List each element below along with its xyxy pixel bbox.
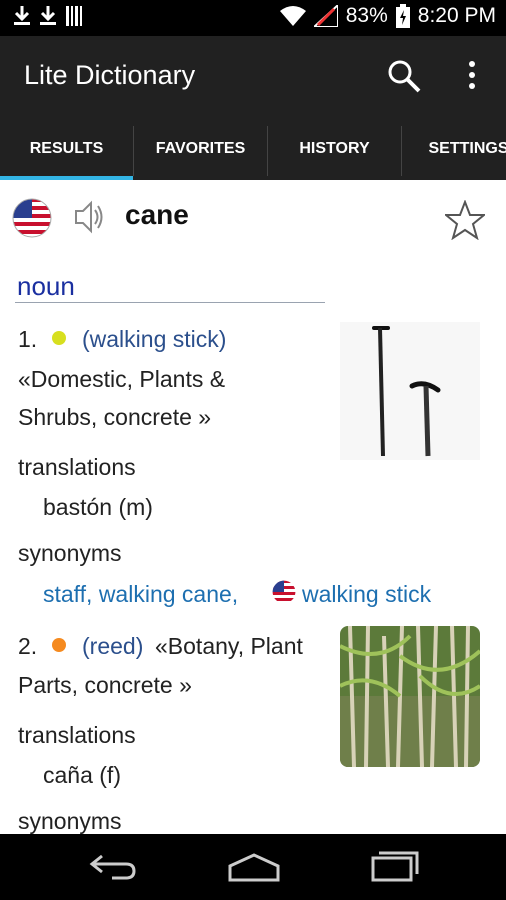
sense-dot: [52, 331, 66, 345]
results-content: cane noun 1. (walking stick) «Domestic, …: [0, 180, 506, 834]
recent-apps-icon[interactable]: [370, 850, 420, 882]
synonym-link[interactable]: walking stick: [302, 581, 431, 608]
part-of-speech: noun: [17, 271, 75, 301]
synonym-link[interactable]: staff, walking cane,: [43, 581, 238, 608]
clock: 8:20 PM: [417, 4, 496, 27]
sense-context: «Botany, Plant: [155, 633, 303, 659]
sense-context: Parts, concrete »: [18, 672, 192, 698]
app-bar: Lite Dictionary: [0, 36, 506, 122]
tab-settings[interactable]: SETTINGS: [402, 122, 506, 180]
status-bar: 83% 8:20 PM: [0, 0, 506, 36]
wifi-icon: [279, 6, 306, 26]
sense-dot: [52, 638, 66, 652]
barcode-icon: [66, 6, 82, 26]
translations-label: translations: [18, 454, 136, 480]
favorite-star-icon[interactable]: [445, 200, 485, 240]
synonyms-label: synonyms: [18, 540, 122, 566]
sense-definition[interactable]: (reed): [82, 633, 143, 660]
sense-number: 2.: [18, 633, 38, 659]
part-of-speech-underline: [15, 302, 325, 303]
tab-bar: RESULTS FAVORITES HISTORY SETTINGS: [0, 122, 506, 180]
tab-favorites[interactable]: FAVORITES: [134, 122, 267, 180]
app-title: Lite Dictionary: [24, 60, 196, 90]
sense-context: «Domestic, Plants &: [18, 366, 226, 392]
back-icon[interactable]: [88, 852, 138, 882]
translations-label: translations: [18, 722, 136, 748]
headword: cane: [125, 199, 189, 230]
download-icon: [14, 6, 30, 25]
navigation-bar: [0, 834, 506, 900]
download-icon: [40, 6, 56, 25]
sense-context: Shrubs, concrete »: [18, 404, 212, 430]
translation-item: bastón (m): [43, 494, 153, 520]
us-flag-icon: [272, 580, 296, 604]
battery-percent: 83%: [345, 4, 388, 27]
sense-number: 1.: [18, 326, 38, 352]
signal-icon: [313, 5, 338, 27]
search-icon[interactable]: [386, 58, 422, 94]
tab-history[interactable]: HISTORY: [268, 122, 401, 180]
tab-results[interactable]: RESULTS: [0, 122, 133, 180]
us-flag-icon[interactable]: [12, 198, 52, 238]
sense-definition[interactable]: (walking stick): [82, 326, 226, 353]
synonyms-label: synonyms: [18, 808, 122, 834]
reed-image: [340, 626, 480, 767]
battery-icon: [395, 4, 410, 28]
home-icon[interactable]: [226, 852, 282, 882]
speaker-icon[interactable]: [74, 200, 106, 234]
walking-stick-image: [340, 322, 480, 460]
translation-item: caña (f): [43, 762, 121, 788]
more-vert-icon[interactable]: [462, 58, 482, 94]
